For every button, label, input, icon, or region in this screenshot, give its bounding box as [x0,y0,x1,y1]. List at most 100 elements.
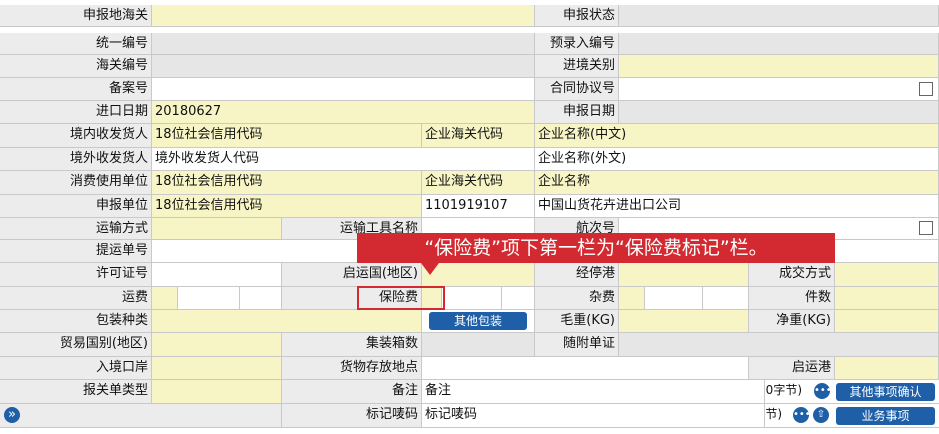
row-record-no: 备案号 合同协议号 [0,78,939,101]
row-customs-no: 海关编号 进境关别 [0,55,939,78]
upload-icon[interactable]: ⇧ [813,407,829,423]
label-domestic-consignee: 境内收发货人 [0,124,152,147]
label-declare-date: 申报日期 [535,101,619,123]
label-import-date: 进口日期 [0,101,152,123]
transport-mode-input[interactable] [152,218,282,239]
label-foreign-consignee: 境外收发货人 [0,148,152,170]
departure-port-input[interactable] [835,357,939,379]
label-entry-exit-customs: 进境关别 [535,55,619,77]
label-record-no: 备案号 [0,78,152,100]
row-license: 许可证号 启运国(地区) 经停港 成交方式 [0,263,939,287]
label-misc-fee: 杂费 [535,287,619,309]
declaration-type-input[interactable] [152,380,282,403]
label-bill-no: 提运单号 [0,240,152,262]
row-fees: 运费 保险费 杂费 件数 [0,287,939,310]
marks-left-cell: » [0,404,282,427]
contract-no-input[interactable] [619,78,939,100]
label-transit-port: 经停港 [535,263,619,286]
consumer-unit-code-input[interactable]: 18位社会信用代码 [152,171,422,194]
declare-unit-name[interactable]: 中国山货花卉进出口公司 [535,195,939,217]
marks-bytes-count: (0字节) [765,407,782,421]
row-consumer-unit: 消费使用单位 18位社会信用代码 企业海关代码 企业名称 [0,171,939,195]
expand-icon[interactable]: » [4,407,20,423]
misc-fee-rate-input[interactable] [645,287,703,309]
entry-port-input[interactable] [152,357,282,379]
label-departure-port: 启运港 [749,357,835,379]
label-unified-no: 统一编号 [0,33,152,54]
marks-input[interactable]: 标记唛码 [422,404,765,427]
label-license-no: 许可证号 [0,263,152,286]
other-packaging-button[interactable]: 其他包装 [429,312,527,330]
remarks-more-icon[interactable]: ••• [814,383,832,399]
label-remarks: 备注 [282,380,422,403]
annotation-callout: “保险费”项下第一栏为“保险费标记”栏。 [357,233,835,263]
label-contract-no: 合同协议号 [535,78,619,100]
row-packaging: 包装种类 其他包装 毛重(KG) 净重(KG) [0,310,939,333]
row-domestic-consignee: 境内收发货人 18位社会信用代码 企业海关代码 企业名称(中文) [0,124,939,148]
other-confirm-button[interactable]: 其他事项确认 [836,383,935,401]
foreign-consignee-code-input[interactable]: 境外收发货人代码 [152,148,535,170]
business-button[interactable]: 业务事项 [836,407,935,425]
customs-no-field [152,55,535,77]
voyage-checkbox[interactable] [919,221,933,235]
declare-unit-code-input[interactable]: 18位社会信用代码 [152,195,422,217]
label-goods-location: 货物存放地点 [282,357,422,379]
label-container-count: 集装箱数 [282,333,422,356]
domestic-consignee-customs-code-input[interactable]: 企业海关代码 [422,124,535,147]
insurance-rate-input[interactable] [442,287,502,309]
row-trade-country: 贸易国别(地区) 集装箱数 随附单证 [0,333,939,357]
consumer-unit-name-input[interactable]: 企业名称 [535,171,939,194]
domestic-consignee-name-input[interactable]: 企业名称(中文) [535,124,939,147]
label-gross-weight: 毛重(KG) [535,310,619,332]
row-marks: » 标记唛码 标记唛码 (0字节) ••• ⇧ 业务事项 [0,404,939,428]
label-pre-entry-no: 预录入编号 [535,33,619,54]
declare-date-field [619,101,939,123]
label-declaration-type: 报关单类型 [0,380,152,403]
foreign-consignee-name-input[interactable]: 企业名称(外文) [535,148,939,170]
declare-customs-input[interactable] [152,5,535,26]
freight-rate-input[interactable] [178,287,240,309]
label-trade-country: 贸易国别(地区) [0,333,152,356]
pre-entry-no-field [619,33,939,54]
misc-fee-mark-input[interactable] [619,287,645,309]
label-declare-status: 申报状态 [535,5,619,26]
declare-status-field [619,5,939,26]
label-transaction-mode: 成交方式 [749,263,835,286]
row-foreign-consignee: 境外收发货人 境外收发货人代码 企业名称(外文) [0,148,939,171]
trade-country-input[interactable] [152,333,282,356]
gross-weight-input[interactable] [619,310,749,332]
declare-unit-customs-code[interactable]: 1101919107 [422,195,535,217]
label-declare-customs: 申报地海关 [0,5,152,26]
transaction-mode-input[interactable] [835,263,939,286]
label-packaging: 包装种类 [0,310,152,332]
packaging-input[interactable] [152,310,422,332]
freight-mark-input[interactable] [152,287,178,309]
net-weight-input[interactable] [835,310,939,332]
label-transport-mode: 运输方式 [0,218,152,239]
goods-location-input[interactable] [422,357,749,379]
row-entry-port: 入境口岸 货物存放地点 启运港 [0,357,939,380]
misc-fee-currency-input[interactable] [703,287,749,309]
remarks-input[interactable]: 备注 [422,380,765,403]
entry-exit-customs-input[interactable] [619,55,939,77]
row-declaration-type: 报关单类型 备注 备注 (0字节) ••• 其他事项确认 [0,380,939,404]
remarks-bytes-count: (0字节) [765,383,802,397]
row-unified-no: 统一编号 预录入编号 [0,33,939,55]
label-declare-unit: 申报单位 [0,195,152,217]
freight-currency-input[interactable] [240,287,282,309]
label-entry-port: 入境口岸 [0,357,152,379]
marks-more-icon[interactable]: ••• [793,407,811,423]
insurance-highlight-box [357,286,445,310]
pieces-input[interactable] [835,287,939,309]
consumer-unit-customs-code-input[interactable]: 企业海关代码 [422,171,535,194]
import-date-input[interactable]: 20180627 [152,101,535,123]
label-consumer-unit: 消费使用单位 [0,171,152,194]
unified-no-field [152,33,535,54]
label-freight: 运费 [0,287,152,309]
license-no-input[interactable] [152,263,282,286]
transit-port-input[interactable] [619,263,749,286]
domestic-consignee-code-input[interactable]: 18位社会信用代码 [152,124,422,147]
record-no-input[interactable] [152,78,535,100]
contract-checkbox[interactable] [919,82,933,96]
insurance-currency-input[interactable] [502,287,535,309]
